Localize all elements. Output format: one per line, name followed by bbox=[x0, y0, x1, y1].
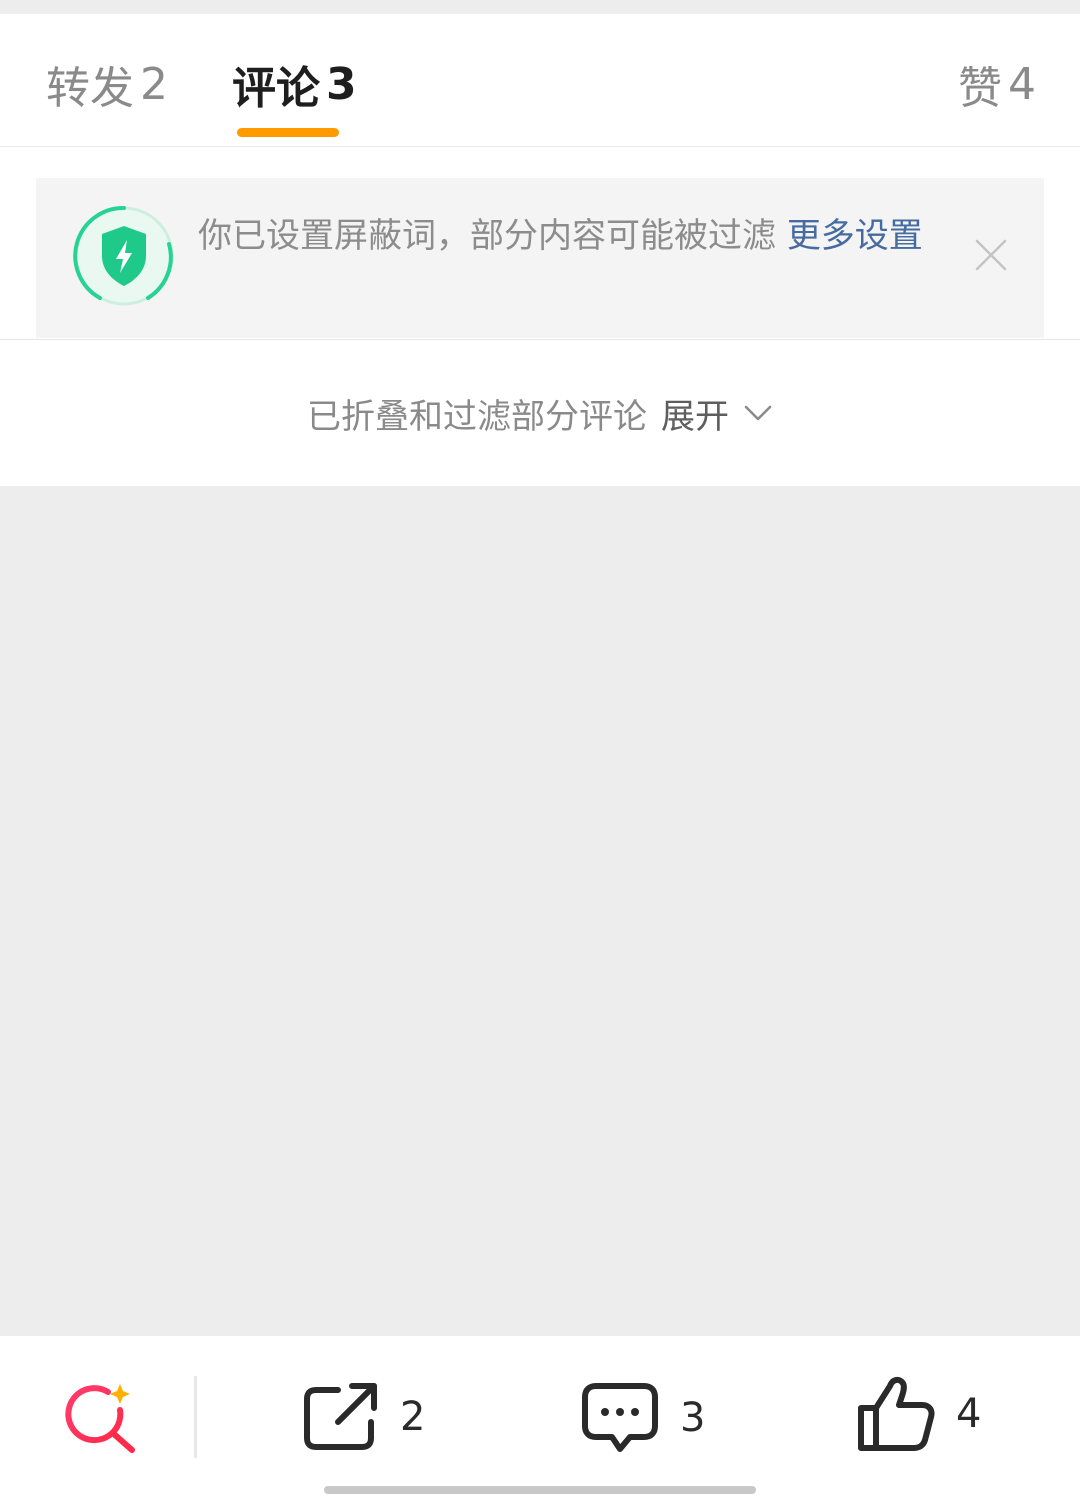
expand-label: 展开 bbox=[661, 396, 729, 437]
top-strip bbox=[0, 0, 1080, 14]
notice-text: 你已设置屏蔽词，部分内容可能被过滤 更多设置 bbox=[198, 214, 938, 258]
comment-button[interactable]: 3 bbox=[580, 1382, 705, 1454]
chevron-down-icon bbox=[744, 405, 772, 421]
home-indicator bbox=[324, 1486, 756, 1494]
expand-folded-button[interactable]: 已折叠和过滤部分评论 展开 bbox=[307, 389, 773, 438]
tab-comments[interactable]: 评论 3 bbox=[232, 54, 357, 115]
shield-lightning-icon bbox=[72, 204, 176, 308]
comment-bubble-icon bbox=[582, 1383, 658, 1452]
comment-panel: 转发 2 评论 3 赞 4 你已设置屏蔽词，部分内容可能被过滤 更多设置 已折叠… bbox=[0, 14, 1080, 486]
share-arrow-icon bbox=[304, 1383, 377, 1450]
folded-comments-row: 已折叠和过滤部分评论 展开 bbox=[0, 340, 1080, 486]
like-button[interactable]: 4 bbox=[856, 1374, 981, 1454]
folded-message: 已折叠和过滤部分评论 bbox=[307, 396, 647, 437]
bar-separator bbox=[194, 1376, 197, 1458]
notice-message: 你已设置屏蔽词，部分内容可能被过滤 bbox=[198, 216, 787, 256]
tab-likes-label: 赞 bbox=[958, 63, 1002, 114]
like-count: 4 bbox=[956, 1391, 982, 1437]
tab-repost-count: 2 bbox=[140, 58, 168, 110]
repost-count: 2 bbox=[400, 1394, 426, 1440]
blocked-words-notice: 你已设置屏蔽词，部分内容可能被过滤 更多设置 bbox=[36, 178, 1044, 338]
tab-comments-label: 评论 bbox=[232, 63, 320, 114]
thumbs-up-icon bbox=[858, 1376, 935, 1451]
tab-bar: 转发 2 评论 3 赞 4 bbox=[0, 14, 1080, 147]
bottom-action-bar: 2 3 4 bbox=[0, 1336, 1080, 1498]
active-tab-indicator bbox=[237, 128, 339, 137]
tab-comments-count: 3 bbox=[326, 58, 357, 110]
more-settings-link[interactable]: 更多设置 bbox=[787, 216, 923, 256]
repost-button[interactable]: 2 bbox=[302, 1382, 425, 1452]
tab-likes-count: 4 bbox=[1008, 58, 1036, 110]
search-button[interactable] bbox=[60, 1380, 140, 1460]
close-icon[interactable] bbox=[974, 238, 1008, 272]
tab-likes[interactable]: 赞 4 bbox=[958, 54, 1036, 115]
tab-repost-label: 转发 bbox=[46, 63, 134, 114]
tab-repost[interactable]: 转发 2 bbox=[46, 54, 168, 115]
search-sparkle-icon bbox=[65, 1384, 135, 1453]
comment-count: 3 bbox=[680, 1395, 706, 1441]
